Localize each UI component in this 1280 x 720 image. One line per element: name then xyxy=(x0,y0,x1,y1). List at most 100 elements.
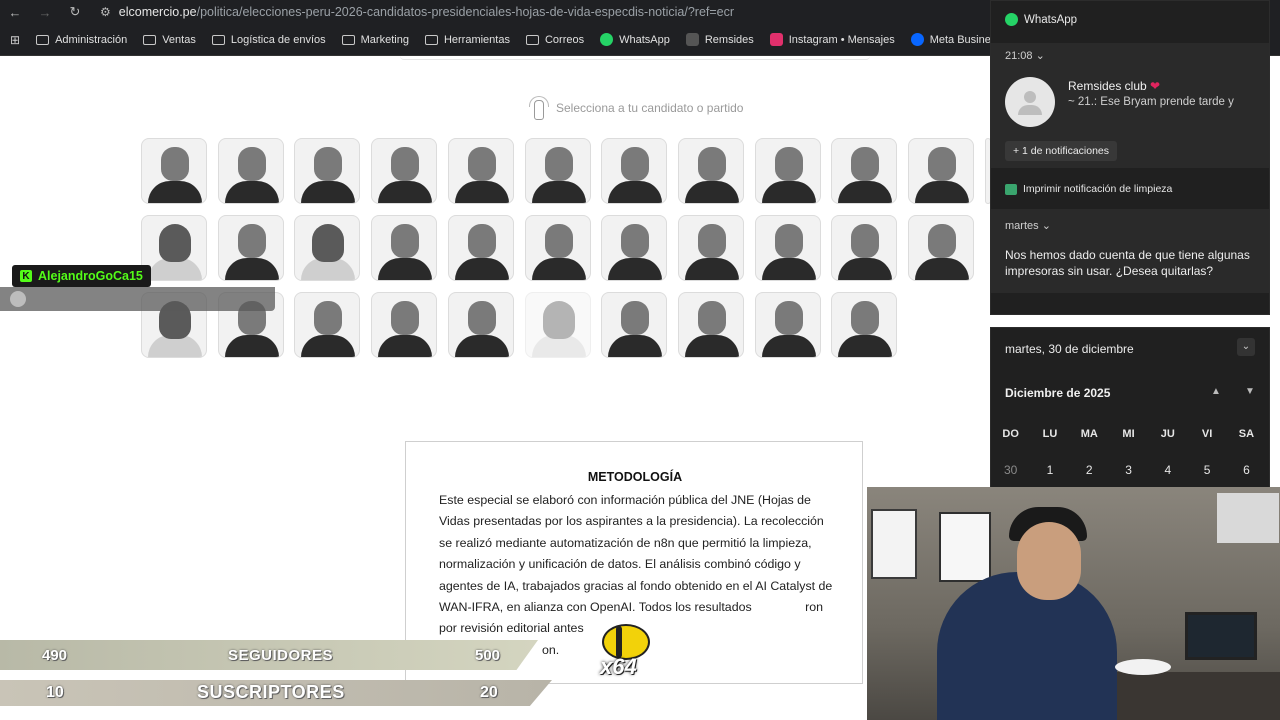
candidate-photo[interactable] xyxy=(677,215,744,281)
candidate-photo[interactable] xyxy=(447,292,514,358)
weekday: MI xyxy=(1122,428,1135,440)
whatsapp-icon xyxy=(1005,13,1018,26)
printer-notification-day[interactable]: martes ⌄ xyxy=(1005,219,1051,232)
candidate-photo[interactable] xyxy=(601,292,668,358)
month-down-icon[interactable]: ▼ xyxy=(1245,386,1255,397)
candidate-photo[interactable] xyxy=(754,215,821,281)
folder-icon xyxy=(424,34,438,45)
candidate-photo[interactable] xyxy=(447,138,514,204)
folder-icon xyxy=(36,34,50,45)
followers-goal: 500 xyxy=(475,647,501,664)
chevron-down-icon: ⌄ xyxy=(1035,50,1045,62)
notification-time[interactable]: 21:08 ⌄ xyxy=(1005,49,1045,62)
candidate-photo[interactable] xyxy=(294,215,361,281)
candidate-photo[interactable] xyxy=(908,138,974,204)
weekday: DO xyxy=(1002,428,1019,440)
back-button[interactable]: ← xyxy=(0,5,30,20)
calendar-day[interactable]: 5 xyxy=(1187,463,1226,477)
calendar-day[interactable]: 30 xyxy=(991,463,1030,477)
kick-icon: K xyxy=(20,270,32,282)
search-box-edge xyxy=(400,56,870,60)
printer-icon xyxy=(1005,183,1017,195)
address-bar[interactable]: ⚙ elcomercio.pe/politica/elecciones-peru… xyxy=(100,5,734,19)
candidate-photo[interactable] xyxy=(524,138,591,204)
bookmark-administracion[interactable]: Administración xyxy=(36,34,127,46)
apps-button[interactable]: ⊞ xyxy=(10,33,20,47)
reload-button[interactable]: ↻ xyxy=(60,4,90,20)
candidate-photo[interactable] xyxy=(294,138,361,204)
apps-grid-icon: ⊞ xyxy=(10,32,21,47)
bookmark-whatsapp[interactable]: WhatsApp xyxy=(600,33,670,46)
streamer-face xyxy=(1017,522,1081,600)
weekday: SA xyxy=(1238,428,1255,440)
bookmark-herramientas[interactable]: Herramientas xyxy=(424,34,510,46)
calendar-collapse-button[interactable]: ⌄ xyxy=(1237,338,1255,356)
notification-title: Remsides club ❤ xyxy=(1068,79,1161,93)
screen: { "browser": { "nav": { "back": "←", "fo… xyxy=(0,0,1280,720)
calendar-day[interactable]: 4 xyxy=(1148,463,1187,477)
food-plate xyxy=(1115,659,1171,675)
more-notifications-button[interactable]: + 1 de notificaciones xyxy=(1005,141,1118,161)
webcam-overlay xyxy=(867,487,1280,720)
desk xyxy=(1107,672,1280,720)
tap-hand-icon xyxy=(528,96,550,120)
candidate-photo[interactable] xyxy=(831,138,898,204)
candidate-photo[interactable] xyxy=(217,215,284,281)
candidate-photo[interactable] xyxy=(371,138,438,204)
candidate-photo[interactable] xyxy=(831,292,898,358)
calendar-weekdays: DO LU MA MI JU VI SA xyxy=(991,428,1271,440)
subscribers-goal: 20 xyxy=(480,684,498,701)
candidate-photo[interactable] xyxy=(754,292,821,358)
bookmark-correos[interactable]: Correos xyxy=(525,34,584,46)
candidate-photo[interactable] xyxy=(447,215,514,281)
web-page: Selecciona a tu candidato o partido METO… xyxy=(0,56,990,720)
candidate-photo[interactable] xyxy=(831,215,898,281)
bookmark-marketing[interactable]: Marketing xyxy=(341,34,409,46)
calendar-day[interactable]: 2 xyxy=(1070,463,1109,477)
candidate-selector-hint: Selecciona a tu candidato o partido xyxy=(528,96,743,120)
calendar-month: Diciembre de 2025 xyxy=(1005,386,1111,400)
streamer-body xyxy=(937,572,1117,720)
printer-notification-header: Imprimir notificación de limpieza xyxy=(1005,183,1172,195)
candidate-photo[interactable] xyxy=(294,292,361,358)
folder-icon xyxy=(211,34,225,45)
candidate-photo[interactable] xyxy=(371,215,438,281)
subscribers-current: 10 xyxy=(46,684,64,701)
candidate-photo[interactable] xyxy=(524,292,591,358)
folder-icon xyxy=(143,34,157,45)
forward-button[interactable]: → xyxy=(30,5,60,20)
weekday: VI xyxy=(1201,428,1213,440)
calendar-day[interactable]: 3 xyxy=(1109,463,1148,477)
candidate-photo[interactable] xyxy=(524,215,591,281)
candidate-photo[interactable] xyxy=(141,138,207,204)
folder-icon xyxy=(525,34,539,45)
bookmark-logistica[interactable]: Logística de envíos xyxy=(211,34,326,46)
site-info-icon[interactable]: ⚙ xyxy=(100,5,111,19)
month-up-icon[interactable]: ▲ xyxy=(1211,386,1221,397)
candidate-photo[interactable] xyxy=(217,138,284,204)
selector-hint-text: Selecciona a tu candidato o partido xyxy=(556,101,744,115)
candidate-photo[interactable] xyxy=(754,138,821,204)
candidate-photo[interactable] xyxy=(601,215,668,281)
instagram-icon xyxy=(769,33,783,46)
wall-frame xyxy=(1217,493,1279,543)
calendar-date: martes, 30 de diciembre xyxy=(1005,342,1134,356)
calendar-days: 30 1 2 3 4 5 6 xyxy=(991,463,1271,477)
candidate-photo[interactable] xyxy=(677,292,744,358)
remsides-icon xyxy=(685,33,699,46)
url-host: elcomercio.pe xyxy=(118,5,197,19)
bookmark-instagram[interactable]: Instagram • Mensajes xyxy=(769,33,895,46)
bookmark-ventas[interactable]: Ventas xyxy=(143,34,196,46)
candidate-photo[interactable] xyxy=(141,215,207,281)
calendar-day[interactable]: 6 xyxy=(1227,463,1266,477)
candidate-photo[interactable] xyxy=(908,215,974,281)
candidate-photo[interactable] xyxy=(677,138,744,204)
methodology-title: METODOLOGÍA xyxy=(587,470,683,484)
notification-center: WhatsApp 21:08 ⌄ Remsides club ❤ ~ 21.: … xyxy=(990,0,1270,315)
chat-username-tag: K AlejandroGoCa15 xyxy=(12,265,151,287)
candidate-photo[interactable] xyxy=(601,138,668,204)
bookmark-remsides[interactable]: Remsides xyxy=(685,33,754,46)
candidate-photo[interactable] xyxy=(371,292,438,358)
calendar-day[interactable]: 1 xyxy=(1030,463,1069,477)
subscribers-label: SUSCRIPTORES xyxy=(197,682,345,702)
